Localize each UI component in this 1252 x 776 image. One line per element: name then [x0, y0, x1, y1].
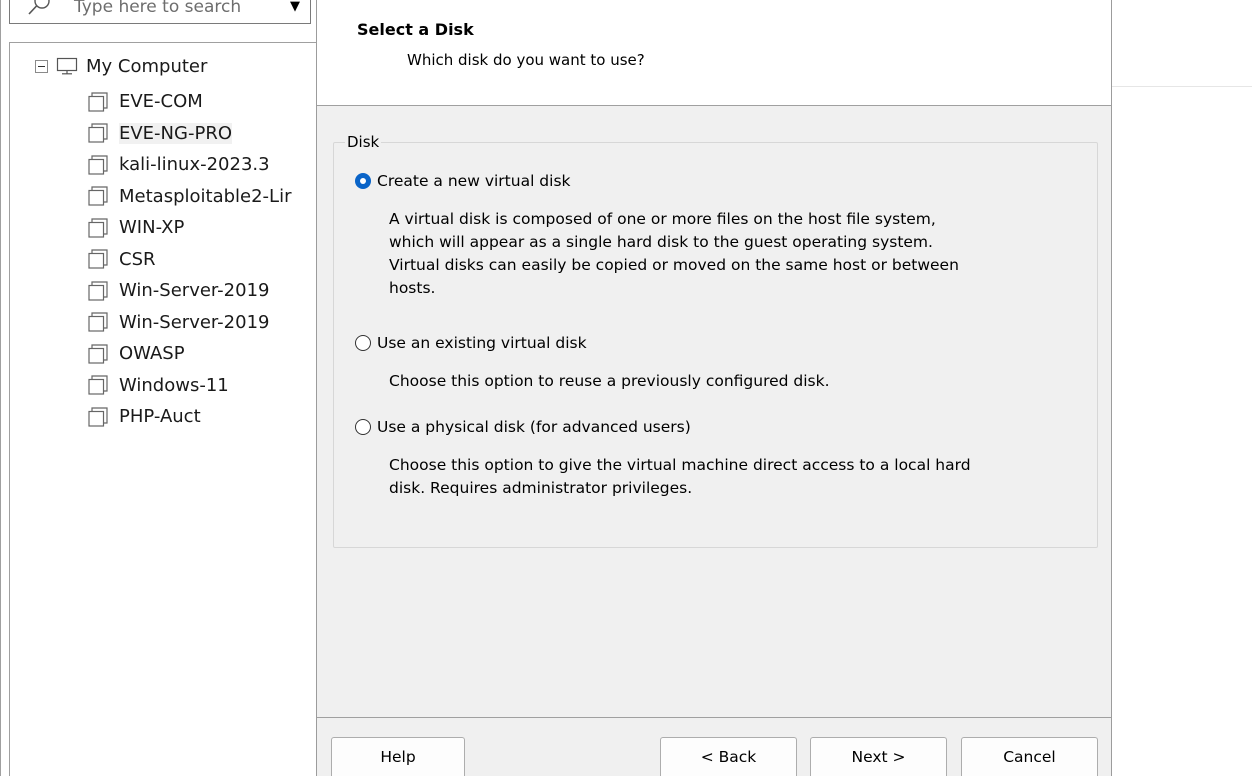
option-use-existing-disk-description: Choose this option to reuse a previously… — [389, 370, 1089, 393]
back-button[interactable]: < Back — [660, 737, 797, 776]
vm-list-item[interactable]: Windows-11 — [87, 370, 291, 402]
vm-list-item[interactable]: CSR — [87, 244, 291, 276]
footer-separator — [317, 717, 1111, 718]
radio-use-existing-disk[interactable] — [355, 335, 371, 351]
vm-name: CSR — [119, 248, 156, 270]
virtual-machine-icon — [88, 123, 108, 143]
description-line: Virtual disks can easily be copied or mo… — [389, 256, 959, 274]
tree-root-label: My Computer — [86, 55, 208, 77]
virtual-machine-icon — [88, 92, 108, 112]
option-create-new-disk-description: A virtual disk is composed of one or mor… — [389, 208, 1089, 300]
vm-list-item[interactable]: Win-Server-2019 — [87, 275, 291, 307]
option-label: Use an existing virtual disk — [377, 334, 587, 352]
virtual-machine-icon — [88, 186, 108, 206]
virtual-machine-icon — [88, 312, 108, 332]
search-dropdown-icon[interactable]: ▼ — [290, 0, 300, 14]
next-button[interactable]: Next > — [810, 737, 947, 776]
vm-name: EVE-COM — [119, 91, 203, 113]
vm-name: Metasploitable2-Lir — [119, 185, 292, 207]
vm-list-item[interactable]: Win-Server-2019 — [87, 307, 291, 339]
vm-name: OWASP — [119, 343, 185, 365]
vm-list-item[interactable]: Metasploitable2-Lir — [87, 181, 291, 213]
option-create-new-disk[interactable]: Create a new virtual disk — [355, 172, 571, 190]
vm-name: Win-Server-2019 — [119, 311, 270, 333]
vm-list-item[interactable]: WIN-XP — [87, 212, 291, 244]
vm-list-item[interactable]: EVE-COM — [87, 86, 291, 118]
wizard-subtitle: Which disk do you want to use? — [407, 51, 645, 69]
wizard-title: Select a Disk — [357, 20, 474, 39]
vm-list: EVE-COM EVE-NG-PRO kali-linux-2023.3 Metasp… — [87, 86, 291, 433]
description-line: which will appear as a single hard disk … — [389, 233, 933, 251]
wizard-header: Select a Disk Which disk do you want to … — [317, 0, 1111, 106]
vm-name: PHP-Auct — [119, 406, 201, 428]
virtual-machine-icon — [88, 344, 108, 364]
app-window: Type here to search ▼ My Computer EVE-CO… — [0, 0, 1252, 776]
vm-name: EVE-NG-PRO — [119, 122, 232, 144]
description-line: A virtual disk is composed of one or mor… — [389, 210, 936, 228]
virtual-machine-icon — [88, 249, 108, 269]
virtual-machine-icon — [88, 155, 108, 175]
new-vm-wizard-dialog: Select a Disk Which disk do you want to … — [316, 0, 1112, 776]
virtual-machine-icon — [88, 218, 108, 238]
vm-list-item[interactable]: EVE-NG-PRO — [87, 118, 291, 150]
tree-root-my-computer[interactable]: My Computer — [35, 52, 207, 80]
help-button[interactable]: Help — [331, 737, 465, 776]
cancel-button[interactable]: Cancel — [961, 737, 1098, 776]
vm-list-item[interactable]: kali-linux-2023.3 — [87, 149, 291, 181]
computer-icon — [56, 57, 78, 75]
vm-name: kali-linux-2023.3 — [119, 154, 270, 176]
search-placeholder: Type here to search — [74, 0, 242, 17]
virtual-machine-icon — [88, 407, 108, 427]
description-line: Choose this option to give the virtual m… — [389, 456, 971, 474]
option-use-physical-disk-description: Choose this option to give the virtual m… — [389, 454, 1089, 500]
background-divider — [1112, 86, 1252, 87]
option-label: Use a physical disk (for advanced users) — [377, 418, 691, 436]
virtual-machine-icon — [88, 281, 108, 301]
radio-create-new-disk[interactable] — [355, 173, 371, 189]
vm-list-item[interactable]: PHP-Auct — [87, 401, 291, 433]
disk-group-label: Disk — [345, 133, 382, 151]
vm-name: Win-Server-2019 — [119, 280, 270, 302]
vm-list-item[interactable]: OWASP — [87, 338, 291, 370]
virtual-machine-icon — [88, 375, 108, 395]
option-use-existing-disk[interactable]: Use an existing virtual disk — [355, 334, 587, 352]
vm-name: WIN-XP — [119, 217, 185, 239]
option-label: Create a new virtual disk — [377, 172, 571, 190]
description-line: disk. Requires administrator privileges. — [389, 479, 693, 497]
option-use-physical-disk[interactable]: Use a physical disk (for advanced users) — [355, 418, 691, 436]
radio-use-physical-disk[interactable] — [355, 419, 371, 435]
description-line: Choose this option to reuse a previously… — [389, 372, 830, 390]
library-panel: Type here to search ▼ My Computer EVE-CO… — [0, 0, 318, 776]
description-line: hosts. — [389, 279, 436, 297]
search-icon — [28, 0, 50, 15]
library-search-box[interactable]: Type here to search ▼ — [9, 0, 311, 24]
vm-name: Windows-11 — [119, 374, 229, 396]
collapse-icon[interactable] — [35, 59, 48, 73]
